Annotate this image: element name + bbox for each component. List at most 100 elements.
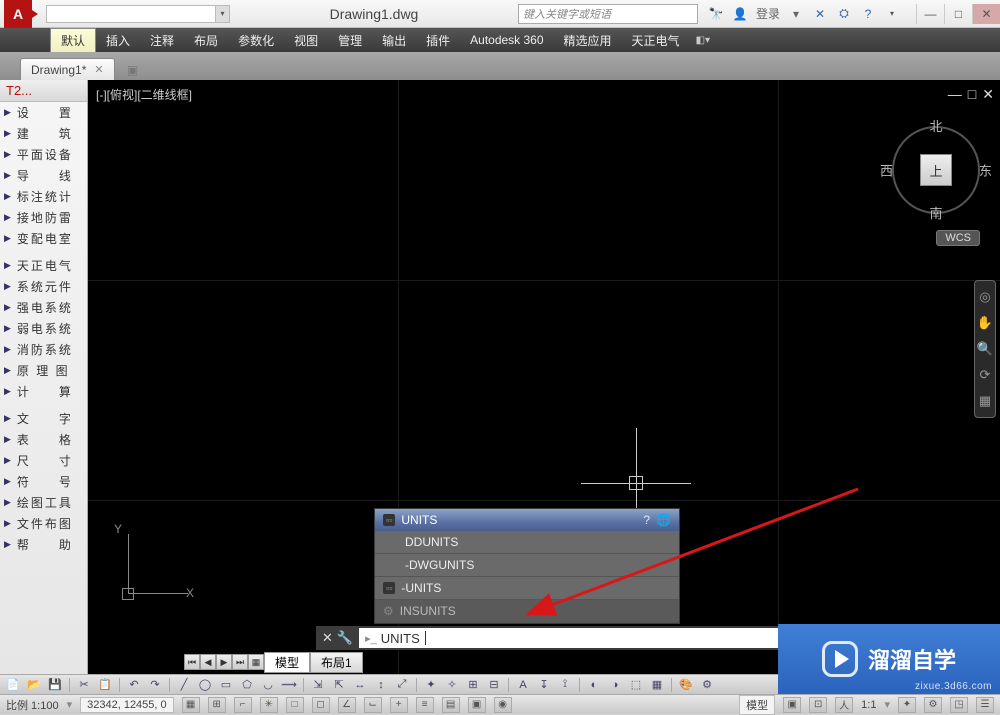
anno-scale-value[interactable]: 1:1 (861, 699, 876, 711)
viewport-controls[interactable]: [-][俯视][二维线框] (96, 86, 192, 103)
ribbon-overflow-icon[interactable]: ◧▾ (690, 28, 716, 52)
sidebar-item[interactable]: ▶文件布图 (0, 513, 87, 534)
sidebar-item[interactable]: ▶建 筑 (0, 123, 87, 144)
close-button[interactable]: ✕ (972, 4, 1000, 24)
tool-icon[interactable]: ▭ (217, 677, 235, 693)
vp-maximize-icon[interactable]: □ (968, 86, 976, 103)
vp-close-icon[interactable]: ✕ (982, 86, 994, 103)
tool-icon[interactable]: ◡ (259, 677, 277, 693)
tool-icon[interactable]: ⊞ (464, 677, 482, 693)
tool-icon[interactable]: ✂ (75, 677, 93, 693)
sidebar-item[interactable]: ▶计 算 (0, 381, 87, 402)
sidebar-item[interactable]: ▶表 格 (0, 429, 87, 450)
sidebar-item[interactable]: ▶绘图工具 (0, 492, 87, 513)
model-tab[interactable]: 模型 (264, 652, 310, 673)
ribbon-tab-default[interactable]: 默认 (50, 28, 96, 52)
tab-first-icon[interactable]: ⏮ (184, 654, 200, 670)
tool-icon[interactable]: ↧ (535, 677, 553, 693)
ribbon-tab-featured[interactable]: 精选应用 (554, 28, 622, 52)
tool-icon[interactable]: ◐ (585, 677, 603, 693)
chevron-down-icon[interactable]: ▾ (788, 6, 804, 22)
ribbon-tab-view[interactable]: 视图 (284, 28, 328, 52)
sidebar-item[interactable]: ▶平面设备 (0, 144, 87, 165)
ducs-toggle[interactable]: ⌙ (364, 697, 382, 713)
tool-icon[interactable]: ↕ (372, 677, 390, 693)
tool-icon[interactable]: ⤢ (393, 677, 411, 693)
new-document-tab[interactable]: ▣ (121, 60, 145, 80)
sidebar-item[interactable]: ▶尺 寸 (0, 450, 87, 471)
tool-icon[interactable]: ◯ (196, 677, 214, 693)
sidebar-item[interactable]: ▶消防系统 (0, 339, 87, 360)
3dosnap-toggle[interactable]: ◻ (312, 697, 330, 713)
sidebar-item[interactable]: ▶接地防雷 (0, 207, 87, 228)
tool-icon[interactable]: ⟟ (556, 677, 574, 693)
tool-icon[interactable]: 💾 (46, 677, 64, 693)
sidebar-item[interactable]: ▶变配电室 (0, 228, 87, 249)
sidebar-item[interactable]: ▶导 线 (0, 165, 87, 186)
polar-toggle[interactable]: ✳ (260, 697, 278, 713)
tpy-toggle[interactable]: ▤ (442, 697, 460, 713)
nav-wheel-icon[interactable]: ◎ (977, 287, 993, 307)
tool-icon[interactable]: ⚙ (698, 677, 716, 693)
tool-icon[interactable]: ╱ (175, 677, 193, 693)
sidebar-item[interactable]: ▶设 置 (0, 102, 87, 123)
help-icon[interactable]: ? (643, 513, 650, 527)
tool-icon[interactable]: ◑ (606, 677, 624, 693)
exchange-a-icon[interactable]: ⛭ (836, 6, 852, 22)
status-icon[interactable]: ▣ (783, 697, 801, 713)
ribbon-tab-output[interactable]: 输出 (372, 28, 416, 52)
viewcube[interactable]: 北 南 东 西 上 (886, 120, 986, 220)
login-link[interactable]: 登录 (756, 5, 780, 22)
ribbon-tab-annotate[interactable]: 注释 (140, 28, 184, 52)
tool-icon[interactable]: 📂 (25, 677, 43, 693)
lwt-toggle[interactable]: ≡ (416, 697, 434, 713)
tool-icon[interactable]: ⊟ (485, 677, 503, 693)
quick-access-dropdown[interactable]: ▾ (216, 5, 230, 23)
compass-east[interactable]: 东 (979, 161, 992, 180)
tool-icon[interactable]: ↔ (351, 677, 369, 693)
autocomplete-item[interactable]: DDUNITS (375, 531, 679, 554)
snap-toggle[interactable]: ▦ (182, 697, 200, 713)
tool-icon[interactable]: ⇱ (330, 677, 348, 693)
exchange-x-icon[interactable]: ✕ (812, 6, 828, 22)
tool-icon[interactable]: ⟿ (280, 677, 298, 693)
autocomplete-item[interactable]: -DWGUNITS (375, 554, 679, 577)
tool-icon[interactable]: ⬚ (627, 677, 645, 693)
cmdline-wrench-icon[interactable]: 🔧 (337, 630, 353, 646)
tab-list-icon[interactable]: ▦ (248, 654, 264, 670)
ribbon-tab-layout[interactable]: 布局 (184, 28, 228, 52)
tool-icon[interactable]: ✧ (443, 677, 461, 693)
ribbon-tab-parametric[interactable]: 参数化 (228, 28, 284, 52)
qp-toggle[interactable]: ▣ (468, 697, 486, 713)
layout-tab[interactable]: 布局1 (310, 652, 363, 673)
compass-south[interactable]: 南 (929, 203, 942, 222)
globe-icon[interactable]: 🌐 (656, 513, 671, 527)
dyn-toggle[interactable]: + (390, 697, 408, 713)
help-icon[interactable]: ? (860, 6, 876, 22)
vp-minimize-icon[interactable]: — (948, 86, 962, 103)
zoom-icon[interactable]: 🔍 (977, 339, 993, 359)
ribbon-tab-plugin[interactable]: 插件 (416, 28, 460, 52)
document-tab[interactable]: Drawing1* ✕ (20, 58, 115, 80)
tool-icon[interactable]: 🎨 (677, 677, 695, 693)
sidebar-item[interactable]: ▶原 理 图 (0, 360, 87, 381)
ribbon-tab-a360[interactable]: Autodesk 360 (460, 28, 553, 52)
showmotion-icon[interactable]: ▦ (977, 391, 993, 411)
autocomplete-item[interactable]: ▫▫ -UNITS (375, 577, 679, 600)
space-label[interactable]: 模型 (739, 695, 775, 715)
ribbon-tab-manage[interactable]: 管理 (328, 28, 372, 52)
viewcube-top-face[interactable]: 上 (920, 154, 952, 186)
maximize-button[interactable]: □ (944, 4, 972, 24)
tool-icon[interactable]: ✦ (422, 677, 440, 693)
app-logo[interactable]: A (4, 0, 32, 28)
tool-icon[interactable]: ⬠ (238, 677, 256, 693)
scale-label[interactable]: 比例 1:100 (6, 697, 59, 713)
otrack-toggle[interactable]: ∠ (338, 697, 356, 713)
compass-west[interactable]: 西 (880, 161, 893, 180)
sidebar-item[interactable]: ▶符 号 (0, 471, 87, 492)
sc-toggle[interactable]: ◉ (494, 697, 512, 713)
tool-icon[interactable]: ↷ (146, 677, 164, 693)
compass-north[interactable]: 北 (929, 116, 942, 135)
osnap-toggle[interactable]: □ (286, 697, 304, 713)
binoculars-icon[interactable]: 🔭 (708, 6, 724, 22)
